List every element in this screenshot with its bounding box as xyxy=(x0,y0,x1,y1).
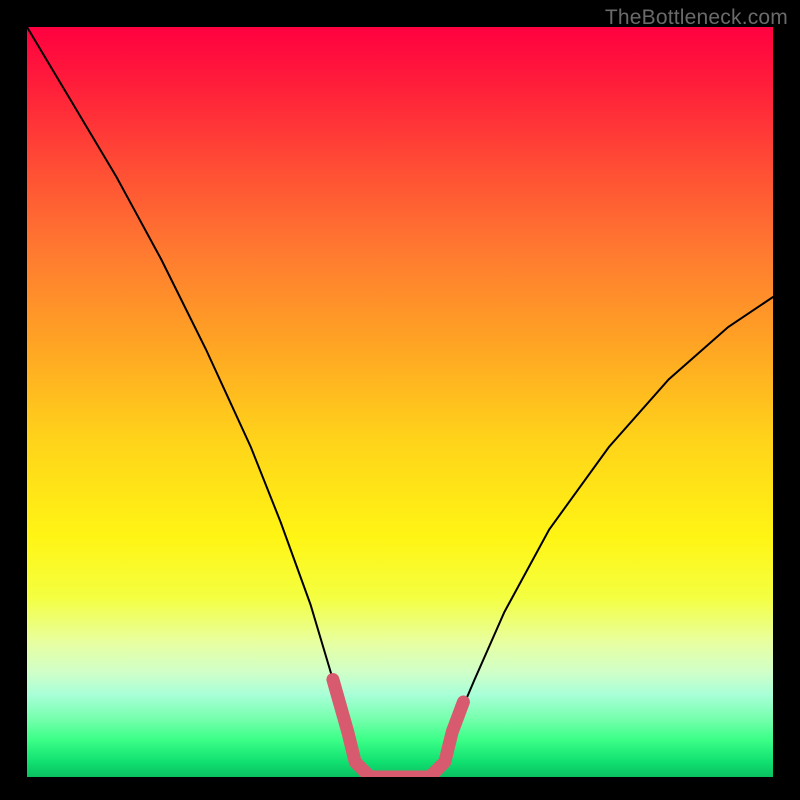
bottleneck-curve-path xyxy=(27,27,773,777)
chart-stage: TheBottleneck.com xyxy=(0,0,800,800)
watermark-text: TheBottleneck.com xyxy=(605,6,788,30)
bottleneck-floor-highlight-path xyxy=(333,680,464,778)
chart-plot-area xyxy=(27,27,773,777)
chart-curves-svg xyxy=(27,27,773,777)
